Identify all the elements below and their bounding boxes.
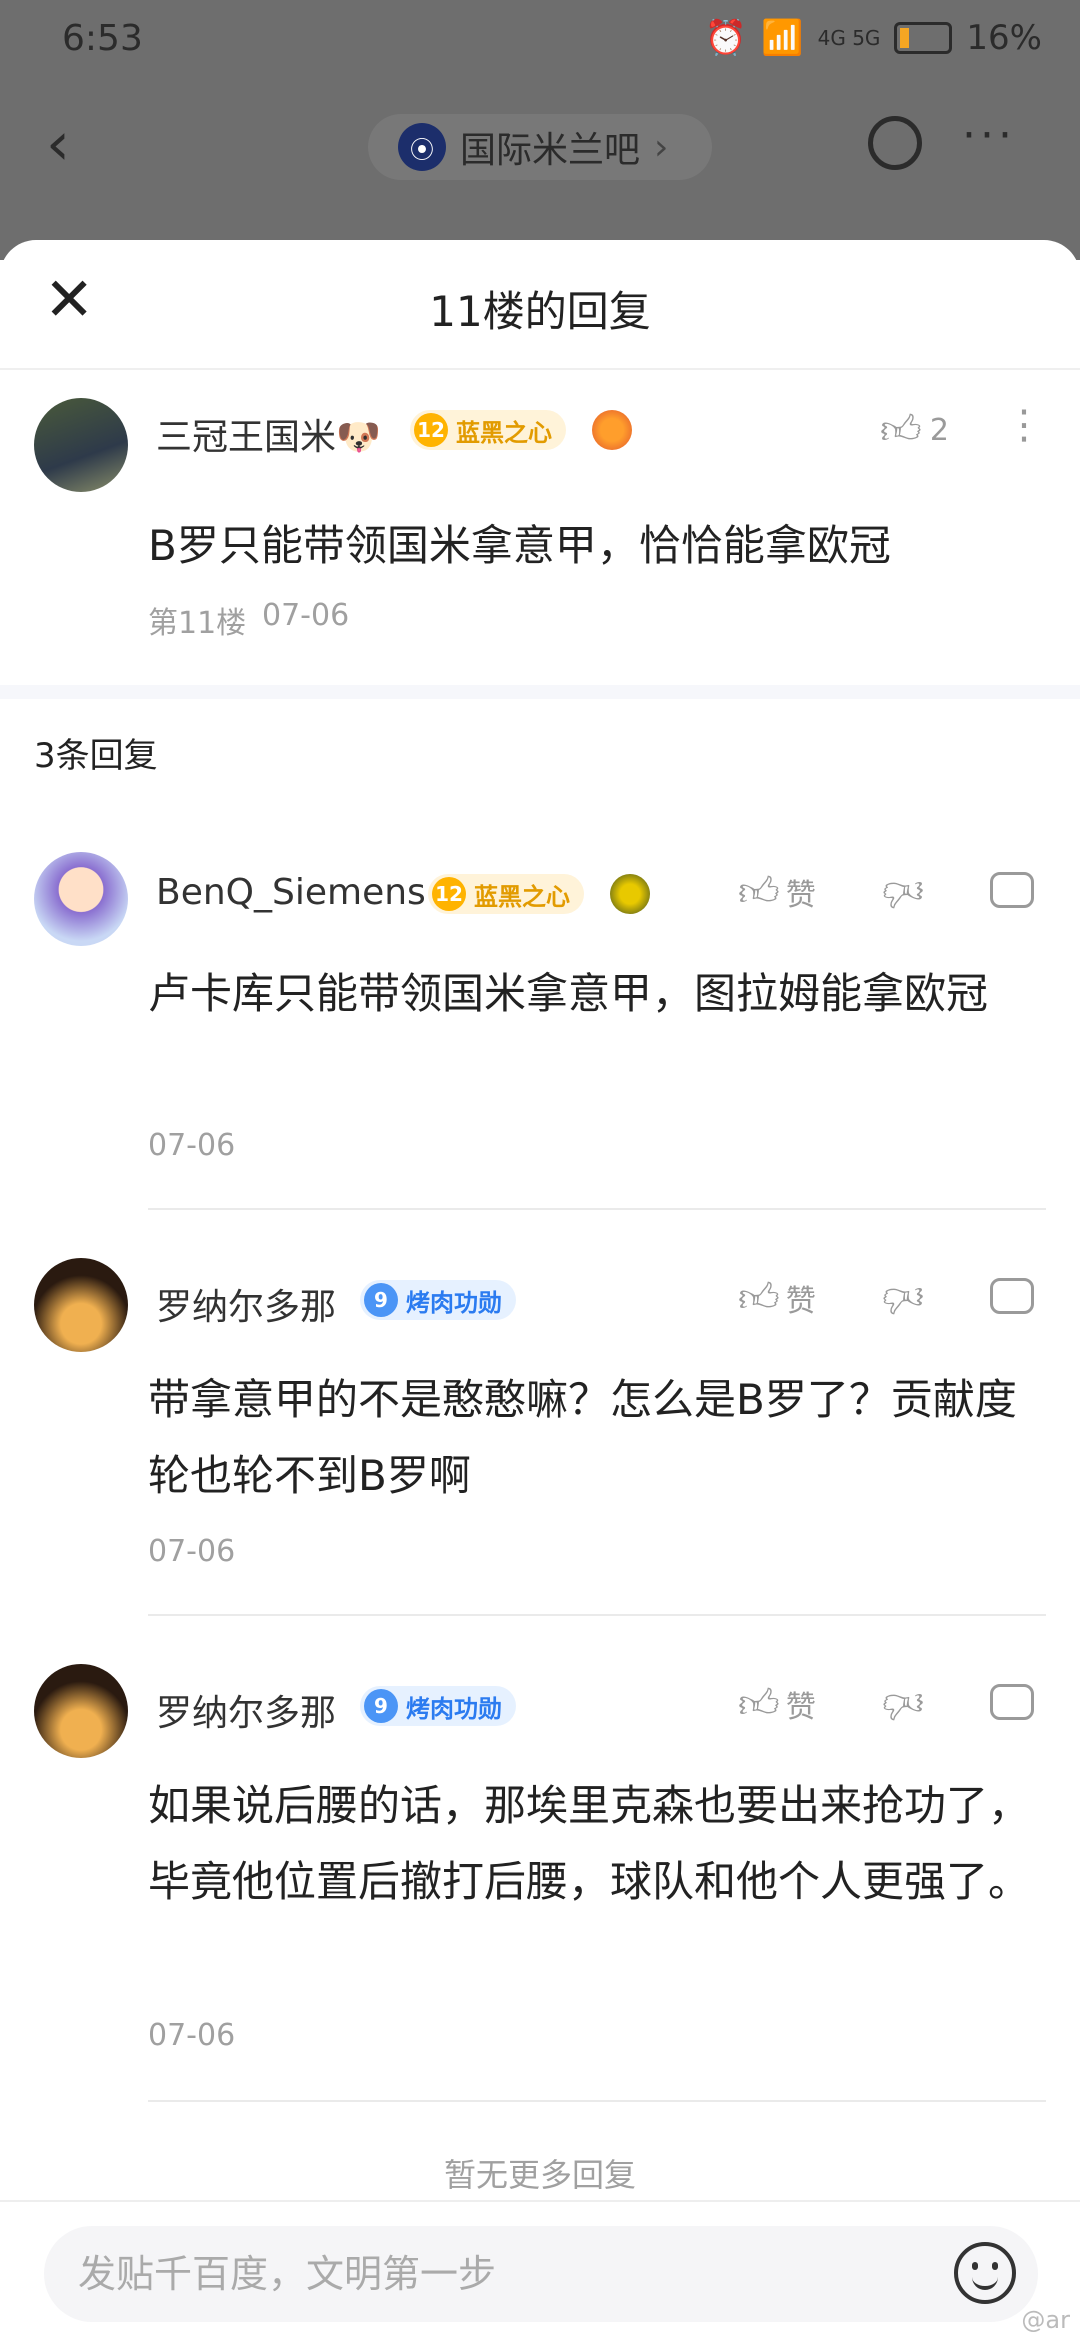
signal-icon: 4G 5G: [817, 26, 881, 50]
like-label: 赞: [785, 878, 816, 913]
like-button[interactable]: 👍︎ 赞: [738, 1274, 816, 1322]
avatar[interactable]: [34, 398, 128, 492]
medal-icon: [592, 410, 632, 450]
wifi-icon: 📶: [761, 18, 804, 58]
thumbs-down-icon[interactable]: 👍︎: [880, 1275, 924, 1322]
status-time: 6:53: [62, 18, 143, 59]
reply-content: 卢卡库只能带领国米拿意甲，图拉姆能拿欧冠: [148, 969, 989, 1018]
post-date: 07-06: [262, 598, 350, 633]
reply-item: 罗纳尔多那 9 烤肉功勋 👍︎ 赞 👍︎ 如果说后腰的话，那埃里克森也要出来抢功…: [0, 1660, 1080, 2102]
comment-icon[interactable]: [990, 1684, 1034, 1720]
comment-icon[interactable]: [990, 872, 1034, 908]
thumbs-up-icon: 👍︎: [738, 869, 780, 915]
like-label: 赞: [785, 1690, 816, 1725]
level-title: 蓝黑之心: [456, 418, 552, 447]
reply-date: 07-06: [148, 2018, 236, 2053]
medal-icon: [610, 874, 650, 914]
bottom-input-bar: 发贴千百度，文明第一步: [0, 2200, 1080, 2342]
thumbs-up-icon: 👍︎: [738, 1275, 780, 1321]
forum-link[interactable]: ⦿ 国际米兰吧 ›: [368, 114, 712, 180]
battery-icon: [894, 22, 953, 54]
top-nav-bar: ‹ ⦿ 国际米兰吧 › ···: [0, 100, 1080, 192]
avatar[interactable]: [34, 1258, 128, 1352]
level-number: 12: [432, 877, 466, 911]
level-number: 9: [364, 1689, 398, 1723]
like-label: 赞: [785, 1284, 816, 1319]
forum-logo-icon: ⦿: [398, 123, 446, 171]
back-arrow-icon[interactable]: ‹: [46, 114, 70, 174]
level-number: 9: [364, 1283, 398, 1317]
like-button[interactable]: 👍︎ 2: [880, 406, 949, 454]
reply-content: 带拿意甲的不是憨憨嘛？怎么是B罗了？贡献度轮也轮不到B罗啊: [148, 1375, 1017, 1500]
alarm-icon: ⏰: [704, 18, 748, 58]
username[interactable]: BenQ_Siemens: [156, 872, 426, 913]
reply-date: 07-06: [148, 1534, 236, 1569]
forum-name: 国际米兰吧: [460, 130, 641, 171]
level-badge: 9 烤肉功勋: [360, 1686, 516, 1726]
level-badge: 9 烤肉功勋: [360, 1280, 516, 1320]
level-title: 烤肉功勋: [406, 1288, 502, 1317]
sheet-title: 11楼的回复: [429, 287, 651, 336]
divider: [148, 2100, 1046, 2102]
status-bar: 6:53 ⏰ 📶 4G 5G 16%: [0, 0, 1080, 86]
thumbs-up-icon: 👍︎: [880, 407, 922, 453]
kebab-menu-icon[interactable]: ⋮: [1004, 405, 1044, 445]
share-icon[interactable]: [868, 116, 922, 170]
sheet-header: ✕ 11楼的回复: [0, 240, 1080, 370]
username[interactable]: 三冠王国米🐶: [156, 408, 381, 460]
reply-item: 罗纳尔多那 9 烤肉功勋 👍︎ 赞 👍︎ 带拿意甲的不是憨憨嘛？怎么是B罗了？贡…: [0, 1254, 1080, 1616]
thumbs-down-icon[interactable]: 👍︎: [880, 1681, 924, 1728]
no-more-replies: 暂无更多回复: [443, 2156, 636, 2194]
comment-icon[interactable]: [990, 1278, 1034, 1314]
thumbs-up-icon: 👍︎: [738, 1681, 780, 1727]
like-button[interactable]: 👍︎ 赞: [738, 868, 816, 916]
username[interactable]: 罗纳尔多那: [156, 1278, 336, 1330]
level-title: 烤肉功勋: [406, 1694, 502, 1723]
username[interactable]: 罗纳尔多那: [156, 1684, 336, 1736]
emoji-icon[interactable]: [954, 2242, 1016, 2304]
divider: [148, 1614, 1046, 1616]
level-title: 蓝黑之心: [474, 882, 570, 911]
level-badge: 12 蓝黑之心: [428, 874, 584, 914]
reply-content: 如果说后腰的话，那埃里克森也要出来抢功了，毕竟他位置后撤打后腰，球队和他个人更强…: [148, 1781, 1031, 1906]
reply-count: 3条回复: [34, 736, 158, 776]
divider: [148, 1208, 1046, 1210]
like-button[interactable]: 👍︎ 赞: [738, 1680, 816, 1728]
reply-item: BenQ_Siemens 12 蓝黑之心 👍︎ 赞 👍︎ 卢卡库只能带领国米拿意…: [0, 848, 1080, 1210]
level-number: 12: [414, 413, 448, 447]
floor-label: 第11楼: [148, 606, 247, 641]
avatar[interactable]: [34, 852, 128, 946]
reply-date: 07-06: [148, 1128, 236, 1163]
post-content: B罗只能带领国米拿意甲，恰恰能拿欧冠: [148, 521, 891, 570]
reply-input[interactable]: 发贴千百度，文明第一步: [44, 2226, 1038, 2322]
avatar[interactable]: [34, 1664, 128, 1758]
like-count: 2: [929, 412, 949, 448]
main-post: 三冠王国米🐶 12 蓝黑之心 👍︎ 2 ⋮ B罗只能带领国米拿意甲，恰恰能拿欧冠…: [0, 370, 1080, 699]
more-options-icon[interactable]: ···: [962, 110, 1016, 161]
battery-percent: 16%: [966, 18, 1042, 58]
level-badge: 12 蓝黑之心: [410, 410, 566, 450]
chevron-right-icon: ›: [654, 126, 669, 168]
thumbs-down-icon[interactable]: 👍︎: [880, 869, 924, 916]
watermark: @ar: [1021, 2306, 1070, 2334]
